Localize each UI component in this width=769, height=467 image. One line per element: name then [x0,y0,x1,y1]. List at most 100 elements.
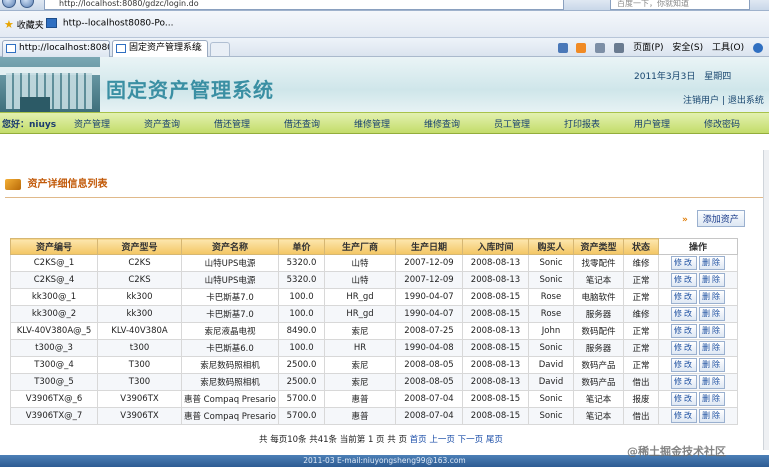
page-menu[interactable]: 页面(P) [633,43,663,53]
table-row: kk300@_2 kk300 卡巴斯基7.0 100.0 HR_gd 1990-04-07… [10,305,738,323]
edit-button[interactable]: 修改 [671,290,697,304]
table-cell: 数码配件 [573,322,624,340]
first-page-link[interactable]: 首页 [410,435,427,445]
operations-cell: 修改 删除 [658,254,738,272]
edit-button[interactable]: 修改 [671,358,697,372]
edit-button[interactable]: 修改 [671,375,697,389]
add-asset-button[interactable]: 添加资产 [696,210,745,227]
delete-button[interactable]: 删除 [699,358,725,372]
next-page-link[interactable]: 下一页 [458,435,484,445]
nav-item-change-password[interactable]: 修改密码 [704,117,740,130]
search-input[interactable]: 百度一下，你就知道 [610,0,750,10]
system-title: 固定资产管理系统 [106,78,274,102]
delete-button[interactable]: 删除 [699,392,725,406]
forward-icon[interactable] [20,0,34,8]
column-header: 资产类型 [573,238,624,255]
table-cell: 2008-08-15 [462,390,529,408]
help-icon[interactable] [753,42,763,53]
table-cell: 笔记本 [573,271,624,289]
favorites-button[interactable]: ★ 收藏夹 [4,18,44,31]
column-header: 入库时间 [462,238,529,255]
table-row: C2KS@_4 C2KS 山特UPS电源 5320.0 山特 2007-12-09 2008… [10,271,738,289]
safety-menu[interactable]: 安全(S) [672,43,703,53]
exit-system-link[interactable]: 退出系统 [728,96,764,106]
url-input[interactable]: http://localhost:8080/gdzc/login.do [44,0,564,10]
table-cell: 正常 [623,339,659,357]
operations-cell: 修改 删除 [658,322,738,340]
home-icon[interactable] [557,42,568,53]
table-cell: 2500.0 [278,356,325,374]
table-cell: t300@_3 [10,339,98,357]
nav-item-borrow-manage[interactable]: 借还管理 [214,117,250,130]
main-nav: 您好：niuys 资产管理 资产查询 借还管理 借还查询 维修管理 维修查询 员… [0,112,769,134]
delete-button[interactable]: 删除 [699,273,725,287]
table-cell: 2008-08-15 [462,407,529,425]
table-cell: Rose [528,288,574,306]
edit-button[interactable]: 修改 [671,324,697,338]
logout-user-link[interactable]: 注销用户 [683,96,719,106]
delete-button[interactable]: 删除 [699,375,725,389]
table-cell: kk300@_2 [10,305,98,323]
page-icon [6,44,16,53]
table-cell: 2008-08-13 [462,254,529,272]
delete-button[interactable]: 删除 [699,307,725,321]
new-tab-button[interactable] [210,42,230,56]
close-icon[interactable]: × [195,41,203,56]
nav-item-repair-manage[interactable]: 维修管理 [354,117,390,130]
table-cell: David [528,373,574,391]
nav-item-borrow-query[interactable]: 借还查询 [284,117,320,130]
last-page-link[interactable]: 尾页 [486,435,503,445]
nav-item-repair-query[interactable]: 维修查询 [424,117,460,130]
operations-cell: 修改 删除 [658,407,738,425]
feed-icon[interactable] [576,42,587,53]
print-icon[interactable] [614,42,625,53]
edit-button[interactable]: 修改 [671,273,697,287]
table-cell: T300 [97,356,182,374]
page-scrollbar[interactable] [763,150,769,450]
mail-icon[interactable] [595,42,606,53]
prev-page-link[interactable]: 上一页 [429,435,455,445]
table-cell: 服务器 [573,305,624,323]
edit-button[interactable]: 修改 [671,341,697,355]
table-cell: 索尼 [324,373,396,391]
table-cell: 借出 [623,407,659,425]
delete-button[interactable]: 删除 [699,409,725,423]
table-row: KLV-40V380A@_5 KLV-40V380A 索尼液晶电视 8490.0 索尼 2… [10,322,738,340]
favorites-link[interactable]: http--localhost8080-Po... [46,18,173,29]
nav-item-print-report[interactable]: 打印报表 [564,117,600,130]
browser-tab-2[interactable]: 固定资产管理系统 × [112,40,208,57]
browser-tab-1[interactable]: http://localhost:8080/Po... [2,40,110,57]
table-cell: 8490.0 [278,322,325,340]
delete-button[interactable]: 删除 [699,290,725,304]
table-cell: 100.0 [278,288,325,306]
delete-button[interactable]: 删除 [699,256,725,270]
edit-button[interactable]: 修改 [671,392,697,406]
table-cell: kk300@_1 [10,288,98,306]
tools-menu[interactable]: 工具(O) [712,43,744,53]
star-icon: ★ [4,18,14,31]
nav-item-asset-manage[interactable]: 资产管理 [74,117,110,130]
table-cell: V3906TX [97,407,182,425]
back-icon[interactable] [2,0,16,8]
nav-item-user-manage[interactable]: 用户管理 [634,117,670,130]
table-cell: C2KS [97,271,182,289]
current-date: 2011年3月3日 星期四 [634,69,731,82]
edit-button[interactable]: 修改 [671,409,697,423]
nav-item-asset-query[interactable]: 资产查询 [144,117,180,130]
delete-button[interactable]: 删除 [699,324,725,338]
page-icon [116,44,126,53]
column-header: 生产日期 [395,238,463,255]
table-cell: 5320.0 [278,254,325,272]
table-cell: HR_gd [324,305,396,323]
operations-cell: 修改 删除 [658,271,738,289]
table-cell: 2008-08-13 [462,373,529,391]
operations-cell: 修改 删除 [658,390,738,408]
edit-button[interactable]: 修改 [671,307,697,321]
column-header: 操作 [658,238,738,255]
table-cell: 索尼数码照相机 [181,373,279,391]
table-cell: 惠普 Compaq Presario [181,390,279,408]
edit-button[interactable]: 修改 [671,256,697,270]
table-cell: Sonic [528,254,574,272]
delete-button[interactable]: 删除 [699,341,725,355]
nav-item-staff-manage[interactable]: 员工管理 [494,117,530,130]
